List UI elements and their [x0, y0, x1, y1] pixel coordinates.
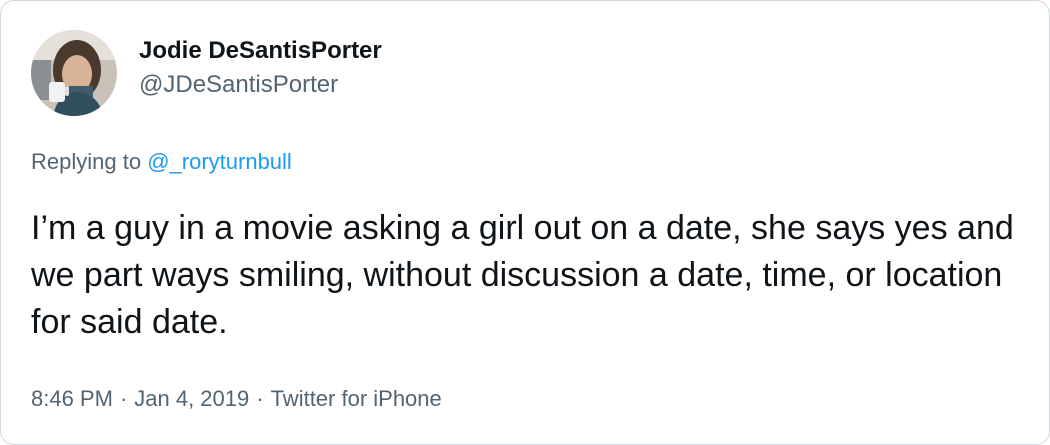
replying-to-label: Replying to — [31, 149, 142, 174]
author-names: Jodie DeSantisPorter @JDeSantisPorter — [139, 36, 382, 100]
tweet-time[interactable]: 8:46 PM — [31, 386, 113, 411]
avatar[interactable] — [31, 30, 117, 116]
tweet-header: Jodie DeSantisPorter @JDeSantisPorter — [31, 28, 382, 118]
meta-separator: · — [119, 386, 128, 411]
replying-to-line: Replying to @_roryturnbull — [31, 147, 292, 177]
tweet-source[interactable]: Twitter for iPhone — [271, 386, 442, 411]
tweet-card: Jodie DeSantisPorter @JDeSantisPorter Re… — [0, 0, 1050, 445]
avatar-photo — [31, 30, 117, 116]
author-display-name[interactable]: Jodie DeSantisPorter — [139, 36, 382, 66]
author-handle[interactable]: @JDeSantisPorter — [139, 70, 382, 100]
meta-separator: · — [256, 386, 264, 411]
tweet-meta: 8:46 PM · Jan 4, 2019 · Twitter for iPhone — [31, 384, 442, 414]
tweet-text: I’m a guy in a movie asking a girl out o… — [31, 209, 1014, 341]
tweet-date[interactable]: Jan 4, 2019 — [134, 386, 249, 411]
reply-mention-link[interactable]: @_roryturnbull — [147, 149, 292, 174]
